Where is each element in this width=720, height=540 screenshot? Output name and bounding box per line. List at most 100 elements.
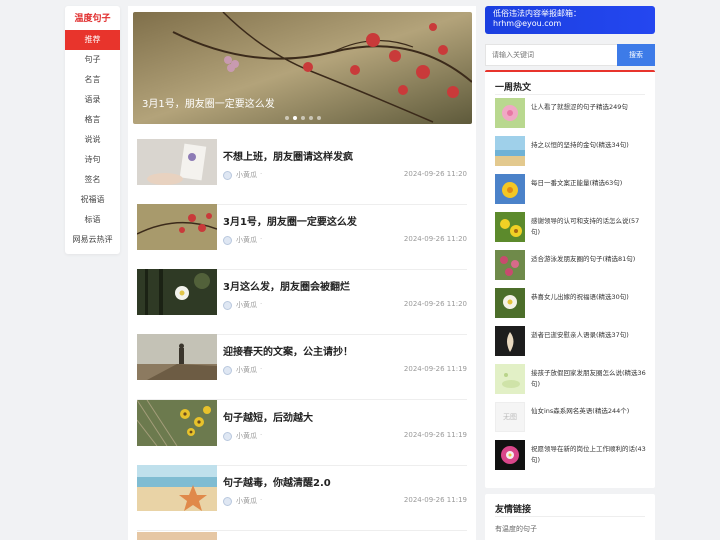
- slider-dot[interactable]: [309, 116, 313, 120]
- hot-item[interactable]: 祝愿领导在新的岗位上工作顺利的话(43句): [495, 440, 647, 478]
- post-author[interactable]: 小黄瓜: [236, 300, 257, 310]
- post-thumbnail[interactable]: [137, 269, 217, 315]
- nav-item-poems[interactable]: 诗句: [65, 150, 120, 170]
- post-item[interactable]: 3月这么发，朋友圈会被翻烂 小黄瓜 · 2024-09-26 11:20: [137, 269, 467, 335]
- meta-separator: ·: [260, 300, 263, 308]
- hot-thumbnail[interactable]: [495, 364, 525, 394]
- nav-item-slogans[interactable]: 标语: [65, 210, 120, 230]
- search-bar: 搜索: [485, 44, 655, 66]
- post-title[interactable]: 3月1号，朋友圈一定要这么发: [223, 213, 357, 228]
- site-logo[interactable]: 温度句子: [65, 8, 120, 30]
- hot-thumbnail[interactable]: [495, 174, 525, 204]
- hot-thumbnail[interactable]: [495, 136, 525, 166]
- post-title[interactable]: 迎接春天的文案，公主请抄！: [223, 343, 353, 358]
- post-item[interactable]: 不想上班，朋友圈请这样发疯 小黄瓜 · 2024-09-26 11:20: [137, 139, 467, 205]
- nav-item-maxims[interactable]: 格言: [65, 110, 120, 130]
- nav-item-sentences[interactable]: 句子: [65, 50, 120, 70]
- author-avatar-icon: [223, 497, 232, 506]
- meta-separator: ·: [260, 235, 263, 243]
- nav-item-recommend[interactable]: 推荐: [65, 30, 120, 50]
- hero-slider[interactable]: 3月1号，朋友圈一定要这么发: [133, 12, 472, 124]
- hot-item-title[interactable]: 感谢领导的认可和支持的话怎么说(57句): [531, 216, 647, 238]
- search-button[interactable]: 搜索: [617, 44, 655, 66]
- post-thumbnail[interactable]: [137, 465, 217, 511]
- author-avatar-icon: [223, 432, 232, 441]
- hot-item-title[interactable]: 祝愿领导在新的岗位上工作顺利的话(43句): [531, 444, 647, 466]
- hot-thumbnail[interactable]: [495, 326, 525, 356]
- hot-thumbnail[interactable]: [495, 288, 525, 318]
- nav-item-blessings[interactable]: 祝福语: [65, 190, 120, 210]
- hot-item[interactable]: 感谢领导的认可和支持的话怎么说(57句): [495, 212, 645, 250]
- hot-item-title[interactable]: 让人看了就想涩的句子精选249句: [531, 102, 647, 113]
- left-nav: 温度句子 推荐 句子 名言 语录 格言 说说 诗句 签名 祝福语 标语 网易云热…: [65, 6, 120, 254]
- post-date: 2024-09-26 11:19: [403, 431, 467, 439]
- report-email[interactable]: hrhm@eyou.com: [493, 19, 647, 29]
- post-title[interactable]: 句子越毒，你越清醒2.0: [223, 474, 331, 489]
- hot-item[interactable]: 恭喜女儿出嫁的祝福语(精选30句): [495, 288, 645, 326]
- weekly-hot-panel: 一周热文 让人看了就想涩的句子精选249句 持之以恒的坚持的金句(精选34句) …: [485, 70, 655, 488]
- hot-item-title[interactable]: 仙女ins森系网名英语(精选244个): [531, 406, 647, 417]
- post-author[interactable]: 小黄瓜: [236, 496, 257, 506]
- hot-thumbnail[interactable]: [495, 440, 525, 470]
- meta-separator: ·: [260, 170, 263, 178]
- friend-link[interactable]: 有温度的句子: [495, 524, 537, 534]
- nav-item-signatures[interactable]: 签名: [65, 170, 120, 190]
- post-thumbnail[interactable]: [137, 400, 217, 446]
- post-thumbnail-partial[interactable]: [137, 532, 217, 540]
- hot-item[interactable]: 接孩子放假回家发朋友圈怎么说(精选36句): [495, 364, 647, 402]
- author-avatar-icon: [223, 301, 232, 310]
- author-avatar-icon: [223, 366, 232, 375]
- hot-thumbnail[interactable]: [495, 212, 525, 242]
- hot-item[interactable]: 让人看了就想涩的句子精选249句: [495, 98, 645, 136]
- main-content: 3月1号，朋友圈一定要这么发 不想上班，朋友圈请这样发疯 小黄瓜 · 2024-…: [128, 6, 476, 540]
- slider-dots: [285, 116, 321, 120]
- slider-dot[interactable]: [317, 116, 321, 120]
- post-title[interactable]: 句子越短，后劲越大: [223, 409, 313, 424]
- post-thumbnail[interactable]: [137, 204, 217, 250]
- hot-thumbnail[interactable]: [495, 98, 525, 128]
- slider-dot-active[interactable]: [293, 116, 297, 120]
- post-author[interactable]: 小黄瓜: [236, 170, 257, 180]
- slider-dot[interactable]: [301, 116, 305, 120]
- post-author[interactable]: 小黄瓜: [236, 235, 257, 245]
- divider: [495, 516, 645, 517]
- hot-thumbnail-placeholder[interactable]: 无图: [495, 402, 525, 432]
- hot-item-title[interactable]: 逝者已逝安慰亲人语录(精选37句): [531, 330, 647, 341]
- hot-item-title[interactable]: 每日一番文案正能量(精选63句): [531, 178, 647, 189]
- hot-thumbnail[interactable]: [495, 250, 525, 280]
- post-author[interactable]: 小黄瓜: [236, 431, 257, 441]
- post-item[interactable]: 句子越短，后劲越大 小黄瓜 · 2024-09-26 11:19: [137, 400, 467, 466]
- post-item[interactable]: 迎接春天的文案，公主请抄！ 小黄瓜 · 2024-09-26 11:19: [137, 334, 467, 400]
- notice-line: 低俗违法内容举报邮箱：: [493, 9, 581, 18]
- nav-item-quotes[interactable]: 名言: [65, 70, 120, 90]
- hot-item-title[interactable]: 持之以恒的坚持的金句(精选34句): [531, 140, 647, 151]
- post-date: 2024-09-26 11:19: [403, 496, 467, 504]
- nav-item-netease-comments[interactable]: 网易云热评: [65, 230, 120, 250]
- hot-item[interactable]: 每日一番文案正能量(精选63句): [495, 174, 645, 212]
- post-item[interactable]: 3月1号，朋友圈一定要这么发 小黄瓜 · 2024-09-26 11:20: [137, 204, 467, 270]
- post-author[interactable]: 小黄瓜: [236, 365, 257, 375]
- nav-item-moods[interactable]: 说说: [65, 130, 120, 150]
- post-item[interactable]: 句子越毒，你越清醒2.0 小黄瓜 · 2024-09-26 11:19: [137, 465, 467, 531]
- hot-item[interactable]: 适合游泳发朋友圈的句子(精选81句): [495, 250, 645, 288]
- friend-links-title: 友情链接: [495, 505, 532, 515]
- hot-item-title[interactable]: 恭喜女儿出嫁的祝福语(精选30句): [531, 292, 647, 303]
- friend-links-panel: 友情链接 有温度的句子: [485, 494, 655, 540]
- hot-item[interactable]: 无图 仙女ins森系网名英语(精选244个): [495, 402, 645, 440]
- slide-caption[interactable]: 3月1号，朋友圈一定要这么发: [142, 95, 275, 110]
- post-thumbnail[interactable]: [137, 139, 217, 185]
- post-date: 2024-09-26 11:20: [403, 170, 467, 178]
- post-thumbnail[interactable]: [137, 334, 217, 380]
- hot-item-title[interactable]: 接孩子放假回家发朋友圈怎么说(精选36句): [531, 368, 647, 390]
- nav-item-sayings[interactable]: 语录: [65, 90, 120, 110]
- slider-dot[interactable]: [285, 116, 289, 120]
- hot-item[interactable]: 逝者已逝安慰亲人语录(精选37句): [495, 326, 645, 364]
- hot-item-title[interactable]: 适合游泳发朋友圈的句子(精选81句): [531, 254, 647, 265]
- divider: [495, 94, 645, 95]
- search-input[interactable]: [485, 44, 617, 66]
- post-title[interactable]: 不想上班，朋友圈请这样发疯: [223, 148, 353, 163]
- hot-item[interactable]: 持之以恒的坚持的金句(精选34句): [495, 136, 645, 174]
- post-title[interactable]: 3月这么发，朋友圈会被翻烂: [223, 278, 350, 293]
- post-date: 2024-09-26 11:20: [403, 235, 467, 243]
- meta-separator: ·: [260, 496, 263, 504]
